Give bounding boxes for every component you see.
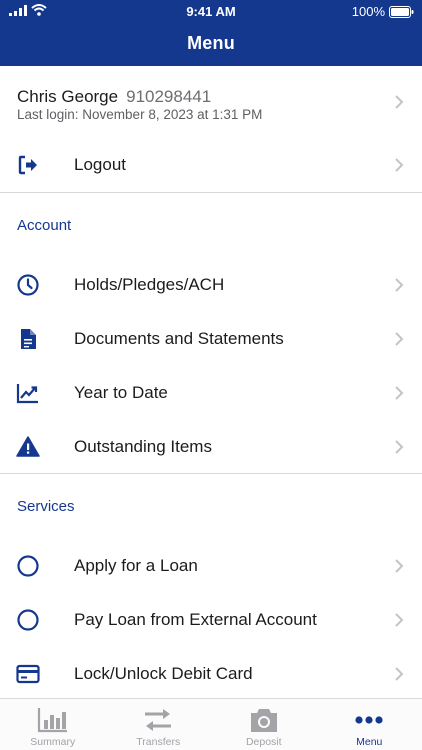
bar-chart-icon: [37, 708, 67, 733]
divider: [0, 192, 422, 193]
section-title-services: Services: [17, 498, 75, 515]
tab-label: Menu: [356, 736, 383, 748]
profile-name: Chris George: [17, 87, 119, 106]
tab-transfers[interactable]: Transfers: [106, 699, 212, 750]
camera-icon: [250, 709, 277, 732]
menu-item-label: Documents and Statements: [74, 329, 284, 348]
menu-item-label: Outstanding Items: [74, 437, 212, 456]
status-battery: 100%: [352, 4, 414, 19]
credit-card-icon: [16, 664, 40, 684]
chevron-right-icon: [395, 440, 404, 454]
chevron-right-icon: [395, 667, 404, 681]
menu-item-apply-for-loan[interactable]: Apply for a Loan: [0, 539, 422, 593]
transfer-arrows-icon: [145, 709, 172, 731]
menu-item-outstanding-items[interactable]: Outstanding Items: [0, 420, 422, 474]
menu-item-holds-pledges-ach[interactable]: Holds/Pledges/ACH: [0, 258, 422, 312]
chevron-right-icon: [395, 559, 404, 573]
menu-item-label: Year to Date: [74, 383, 168, 402]
app-header: 9:41 AM 100% Menu: [0, 0, 422, 66]
battery-icon: [389, 5, 414, 18]
more-dots-icon: [355, 716, 383, 724]
circle-icon: [17, 555, 39, 577]
tab-deposit[interactable]: Deposit: [211, 699, 317, 750]
page-title: Menu: [187, 33, 235, 53]
menu-item-label: Pay Loan from External Account: [74, 610, 317, 629]
profile-name-line: Chris George 910298441: [17, 87, 211, 107]
circle-icon: [17, 609, 39, 631]
profile-row[interactable]: Chris George 910298441 Last login: Novemb…: [0, 66, 422, 138]
document-icon: [21, 329, 36, 349]
menu-item-pay-loan-external[interactable]: Pay Loan from External Account: [0, 593, 422, 647]
divider: [0, 473, 422, 474]
warning-icon: [16, 436, 40, 457]
menu-item-year-to-date[interactable]: Year to Date: [0, 366, 422, 420]
menu-item-documents-statements[interactable]: Documents and Statements: [0, 312, 422, 366]
logout-icon: [18, 155, 37, 175]
trend-chart-icon: [16, 384, 38, 404]
tab-bar: Summary Transfers Deposit Menu: [0, 698, 422, 750]
chevron-right-icon: [395, 332, 404, 346]
tab-label: Transfers: [136, 736, 181, 748]
tab-label: Summary: [30, 736, 76, 748]
menu-item-label: Lock/Unlock Debit Card: [74, 664, 253, 683]
menu-item-label: Holds/Pledges/ACH: [74, 275, 225, 294]
chevron-right-icon: [395, 386, 404, 400]
tab-label: Deposit: [245, 736, 282, 748]
logout-label: Logout: [74, 155, 126, 174]
profile-account-number: 910298441: [126, 87, 212, 106]
section-title-account: Account: [17, 217, 72, 234]
menu-item-label: Apply for a Loan: [74, 556, 198, 575]
menu-item-lock-unlock-debit-card[interactable]: Lock/Unlock Debit Card: [0, 647, 422, 698]
battery-percent: 100%: [351, 4, 385, 19]
chevron-right-icon: [395, 613, 404, 627]
chevron-right-icon: [395, 158, 404, 172]
chevron-right-icon: [395, 278, 404, 292]
logout-row[interactable]: Logout: [0, 138, 422, 192]
status-bar: 9:41 AM 100%: [0, 0, 422, 22]
last-login: Last login: November 8, 2023 at 1:31 PM: [17, 107, 263, 122]
clock-icon: [17, 274, 39, 296]
tab-summary[interactable]: Summary: [0, 699, 106, 750]
tab-menu[interactable]: Menu: [317, 699, 422, 750]
chevron-right-icon: [395, 95, 404, 109]
menu-list: Chris George 910298441 Last login: Novemb…: [0, 66, 422, 698]
